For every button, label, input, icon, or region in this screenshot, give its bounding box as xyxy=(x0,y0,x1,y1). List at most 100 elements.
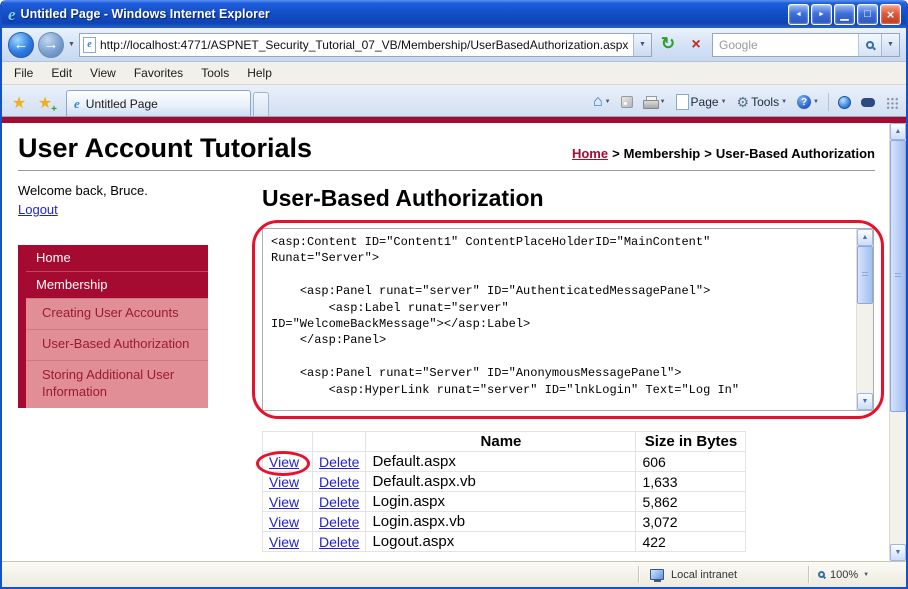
print-button[interactable]: ▼ xyxy=(639,94,670,110)
home-button[interactable]: ⌂ ▼ xyxy=(589,92,615,112)
code-scrollbar: ▲ ▼ xyxy=(856,229,873,410)
tools-menu-button[interactable]: ⚙ Tools ▼ xyxy=(733,93,792,111)
view-link[interactable]: View xyxy=(269,474,299,490)
address-bar: ← → ▼ e http://localhost:4771/ASPNET_Sec… xyxy=(2,28,906,62)
page-scroll-track[interactable] xyxy=(890,140,906,544)
breadcrumb-current: User-Based Authorization xyxy=(715,146,875,161)
delete-link[interactable]: Delete xyxy=(319,474,359,490)
logout-link[interactable]: Logout xyxy=(18,202,58,217)
file-size: 1,633 xyxy=(635,471,747,492)
research-button[interactable] xyxy=(857,96,879,109)
window-controls: ◄ ► ▁ □ × xyxy=(788,3,901,25)
view-link[interactable]: View xyxy=(269,534,299,550)
ie-logo-icon: e xyxy=(8,4,16,24)
feeds-button[interactable] xyxy=(617,94,637,110)
site-header: User Account Tutorials Home > Membership > U… xyxy=(18,133,875,164)
breadcrumb-home-link[interactable]: Home xyxy=(572,146,608,161)
menu-favorites[interactable]: Favorites xyxy=(125,63,192,83)
refresh-icon: ↻ xyxy=(660,34,676,53)
research-icon xyxy=(861,97,875,107)
menu-tools[interactable]: Tools xyxy=(192,63,238,83)
sidebar-item-user-based-authorization[interactable]: User-Based Authorization xyxy=(26,328,208,360)
file-name: Default.aspx xyxy=(365,451,637,472)
messenger-button[interactable] xyxy=(834,94,855,111)
search-placeholder: Google xyxy=(719,37,758,52)
close-button[interactable]: × xyxy=(880,3,901,25)
sidebar-item-storing-additional-user-information[interactable]: Storing Additional User Information xyxy=(26,359,208,408)
security-zone: Local intranet xyxy=(640,568,808,582)
view-link[interactable]: View xyxy=(269,494,299,510)
sidebar: Welcome back, Bruce. Logout Home Members… xyxy=(18,183,222,552)
scroll-up-button[interactable]: ▲ xyxy=(857,229,873,246)
files-table-wrap: Name Size in Bytes View Delete Default.a… xyxy=(256,431,875,552)
delete-link[interactable]: Delete xyxy=(319,494,359,510)
scroll-down-button[interactable]: ▼ xyxy=(857,393,873,410)
sidebar-item-membership[interactable]: Membership xyxy=(26,271,208,298)
address-input[interactable]: e http://localhost:4771/ASPNET_Security_… xyxy=(78,32,652,57)
scroll-track[interactable] xyxy=(857,246,873,393)
arrow-right-button[interactable]: ► xyxy=(811,3,832,25)
site-title: User Account Tutorials xyxy=(18,133,313,163)
page-icon xyxy=(675,94,689,110)
refresh-button[interactable]: ↻ xyxy=(656,35,680,54)
main-content: User-Based Authorization <asp:Content ID… xyxy=(222,183,884,552)
nav-accent-strip xyxy=(18,245,26,408)
file-name: Default.aspx.vb xyxy=(365,471,637,492)
favorites-center-button[interactable]: ★ xyxy=(6,90,32,116)
forward-button[interactable]: → xyxy=(38,31,64,58)
page-scroll-up-button[interactable]: ▲ xyxy=(890,123,906,140)
messenger-icon xyxy=(838,95,851,109)
page-scroll-thumb[interactable] xyxy=(890,140,906,412)
menu-view[interactable]: View xyxy=(81,63,125,83)
tab-label: Untitled Page xyxy=(85,96,158,111)
intranet-zone-icon xyxy=(650,569,664,582)
stop-button[interactable]: × xyxy=(684,36,708,54)
zone-label: Local intranet xyxy=(671,568,738,581)
maximize-button[interactable]: □ xyxy=(857,3,878,25)
column-name: Name xyxy=(365,431,637,452)
search-input[interactable]: Google ▼ xyxy=(712,32,900,57)
command-bar: ⌂ ▼ ▼ Page ▼ ⚙ Tools ▼ ? ▼ xyxy=(589,92,902,116)
address-dropdown-button[interactable]: ▼ xyxy=(633,33,651,56)
page-menu-button[interactable]: Page ▼ xyxy=(672,92,731,112)
view-link[interactable]: View xyxy=(269,514,299,530)
sidebar-item-home[interactable]: Home xyxy=(26,245,208,271)
window-title: Untitled Page - Windows Internet Explore… xyxy=(20,7,270,21)
add-favorite-button[interactable]: ★ xyxy=(32,90,58,116)
arrow-left-button[interactable]: ◄ xyxy=(788,3,809,25)
file-size: 5,862 xyxy=(635,491,747,512)
gear-icon: ⚙ xyxy=(736,94,750,110)
column-size: Size in Bytes xyxy=(635,431,747,452)
web-page: User Account Tutorials Home > Membership > U… xyxy=(2,123,889,561)
zoom-level: 100% xyxy=(830,568,859,581)
toolbar-grip[interactable] xyxy=(881,94,902,111)
delete-link[interactable]: Delete xyxy=(319,454,359,470)
help-button[interactable]: ? ▼ xyxy=(793,93,823,111)
page-favicon: e xyxy=(82,36,96,53)
table-header-row: Name Size in Bytes xyxy=(262,431,747,452)
tab-untitled-page[interactable]: e Untitled Page xyxy=(66,90,251,116)
menu-file[interactable]: File xyxy=(5,63,42,83)
sidebar-item-creating-user-accounts[interactable]: Creating User Accounts xyxy=(26,298,208,329)
zoom-control[interactable]: 100% ▼ xyxy=(810,569,906,581)
menu-help[interactable]: Help xyxy=(238,63,281,83)
header-divider xyxy=(18,170,875,171)
delete-link[interactable]: Delete xyxy=(319,514,359,530)
page-title: User-Based Authorization xyxy=(262,185,544,211)
star-plus-icon: ★ xyxy=(37,95,53,112)
table-row: View Delete Login.aspx.vb 3,072 xyxy=(262,511,747,532)
new-tab-stub[interactable] xyxy=(253,92,269,116)
breadcrumb-membership: Membership xyxy=(623,146,701,161)
delete-link[interactable]: Delete xyxy=(319,534,359,550)
menu-edit[interactable]: Edit xyxy=(42,63,81,83)
page-scroll-down-button[interactable]: ▼ xyxy=(890,544,906,561)
search-dropdown-button[interactable]: ▼ xyxy=(881,33,899,56)
browser-window: e Untitled Page - Windows Internet Explo… xyxy=(0,0,908,589)
minimize-button[interactable]: ▁ xyxy=(834,3,855,25)
scroll-thumb[interactable] xyxy=(857,246,873,304)
page-viewport: User Account Tutorials Home > Membership > U… xyxy=(2,123,906,561)
view-link[interactable]: View xyxy=(269,454,299,470)
history-dropdown-icon[interactable]: ▼ xyxy=(68,41,75,48)
back-button[interactable]: ← xyxy=(8,31,34,58)
search-button[interactable] xyxy=(858,33,881,56)
